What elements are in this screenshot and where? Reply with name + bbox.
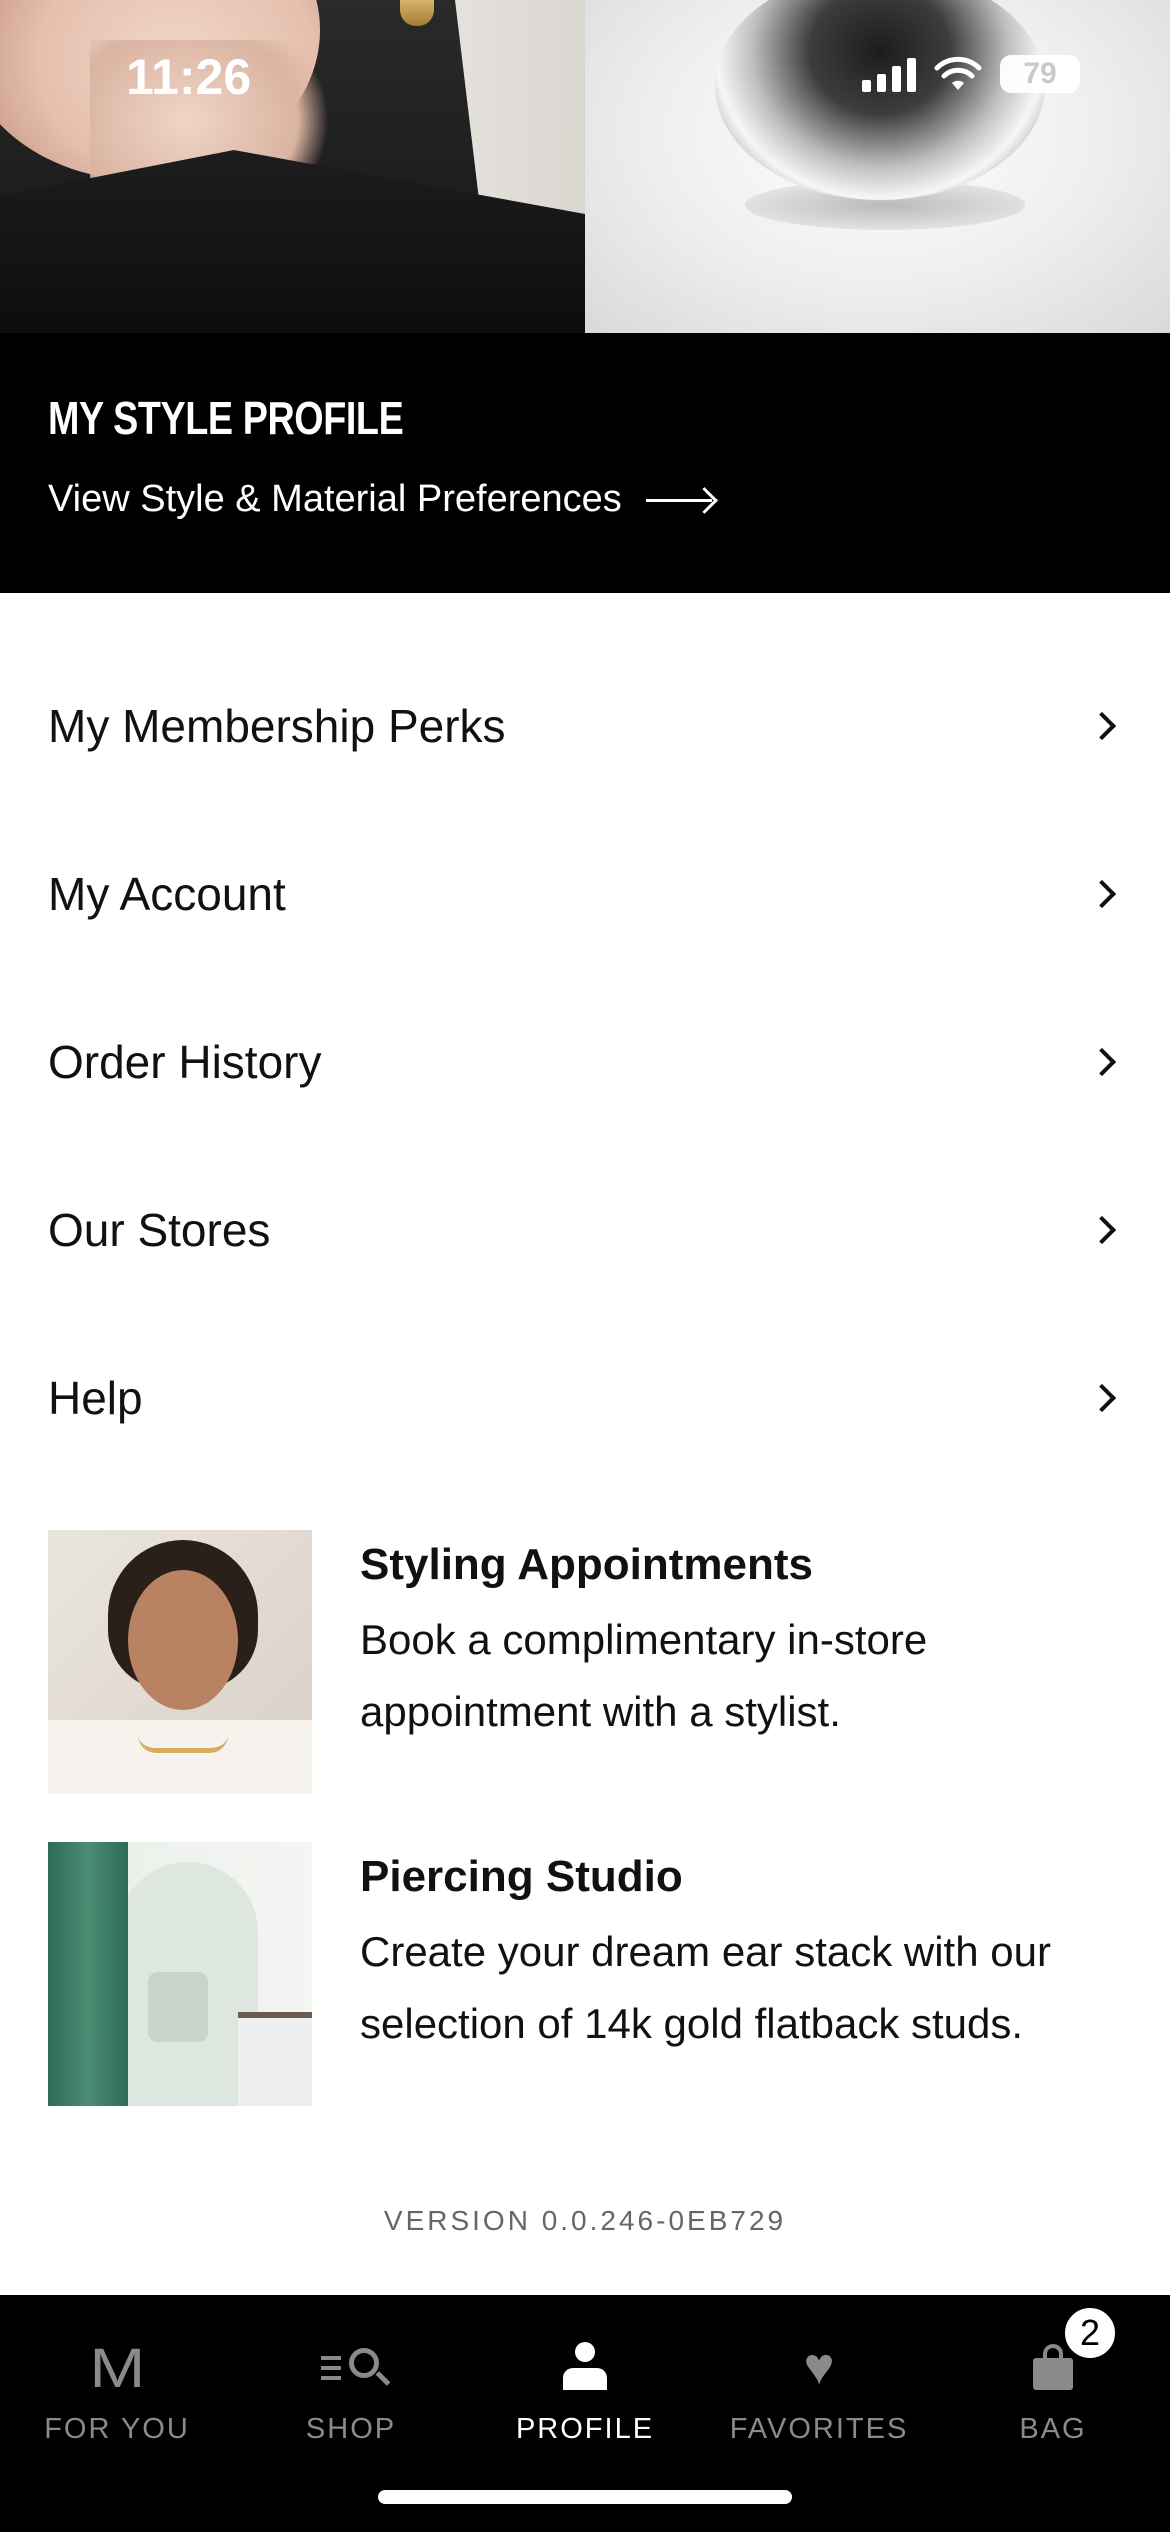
bag-count-badge: 2 [1062, 2305, 1118, 2361]
style-profile-banner[interactable]: MY STYLE PROFILE View Style & Material P… [0, 333, 1170, 593]
tab-bag[interactable]: BAG [936, 2295, 1170, 2485]
heart-icon: ♥ [803, 2338, 835, 2396]
tab-profile[interactable]: PROFILE [468, 2295, 702, 2485]
battery-icon: 79 [1000, 55, 1080, 93]
m-logo-icon: M [89, 2335, 145, 2399]
menu-item-our-stores[interactable]: Our Stores [0, 1146, 1170, 1314]
tab-label: FAVORITES [729, 2413, 909, 2445]
tab-label: SHOP [305, 2413, 397, 2445]
promo-description: Book a complimentary in-store appointmen… [360, 1604, 927, 1748]
promo-description-line: appointment with a stylist. [360, 1688, 841, 1735]
promo-description: Create your dream ear stack with our sel… [360, 1916, 1051, 2060]
style-profile-title: MY STYLE PROFILE [48, 392, 404, 444]
chevron-right-icon [1087, 1047, 1117, 1077]
home-indicator[interactable] [378, 2490, 792, 2504]
profile-menu: My Membership Perks My Account Order His… [0, 642, 1170, 1482]
hero-ring-image [585, 0, 1170, 333]
shop-search-icon [321, 2340, 391, 2394]
chevron-right-icon [1087, 1215, 1117, 1245]
cellular-signal-icon [862, 56, 916, 92]
battery-level: 79 [1023, 57, 1057, 90]
styling-appointments-image [48, 1530, 312, 1794]
tab-favorites[interactable]: ♥ FAVORITES [702, 2295, 936, 2485]
promo-description-line: Book a complimentary in-store [360, 1616, 928, 1663]
menu-item-label: Help [48, 1372, 143, 1424]
menu-item-label: My Account [48, 868, 286, 920]
view-preferences-link[interactable]: View Style & Material Preferences [48, 478, 716, 521]
promo-piercing-studio[interactable]: Piercing Studio Create your dream ear st… [48, 1842, 1122, 2106]
tab-label: FOR YOU [44, 2413, 190, 2445]
menu-item-label: Order History [48, 1036, 322, 1088]
person-icon [555, 2340, 615, 2394]
menu-item-membership-perks[interactable]: My Membership Perks [0, 642, 1170, 810]
promo-title: Piercing Studio [360, 1852, 683, 1901]
tab-for-you[interactable]: M FOR YOU [0, 2295, 234, 2485]
chevron-right-icon [1087, 711, 1117, 741]
menu-item-my-account[interactable]: My Account [0, 810, 1170, 978]
piercing-studio-image [48, 1842, 312, 2106]
tab-label: BAG [1019, 2413, 1087, 2445]
tab-label: PROFILE [515, 2413, 655, 2445]
promo-description-line: selection of 14k gold flatback studs. [360, 2000, 1024, 2047]
chevron-right-icon [1087, 1383, 1117, 1413]
tab-shop[interactable]: SHOP [234, 2295, 468, 2485]
menu-item-help[interactable]: Help [0, 1314, 1170, 1482]
status-icons: 79 [862, 55, 1080, 93]
menu-item-label: Our Stores [48, 1204, 271, 1256]
arrow-right-icon [645, 490, 716, 510]
promo-title: Styling Appointments [360, 1540, 814, 1589]
chevron-right-icon [1087, 879, 1117, 909]
earring-detail [400, 0, 434, 26]
app-version: VERSION 0.0.246-0EB729 [383, 2205, 787, 2236]
promo-styling-appointments[interactable]: Styling Appointments Book a complimentar… [48, 1530, 1122, 1794]
wifi-icon [934, 56, 982, 90]
menu-item-label: My Membership Perks [48, 700, 506, 752]
hero-model-image [0, 0, 585, 333]
status-time: 11:26 [126, 49, 252, 105]
view-preferences-label: View Style & Material Preferences [48, 478, 622, 520]
menu-item-order-history[interactable]: Order History [0, 978, 1170, 1146]
promo-description-line: Create your dream ear stack with our [360, 1928, 1051, 1975]
